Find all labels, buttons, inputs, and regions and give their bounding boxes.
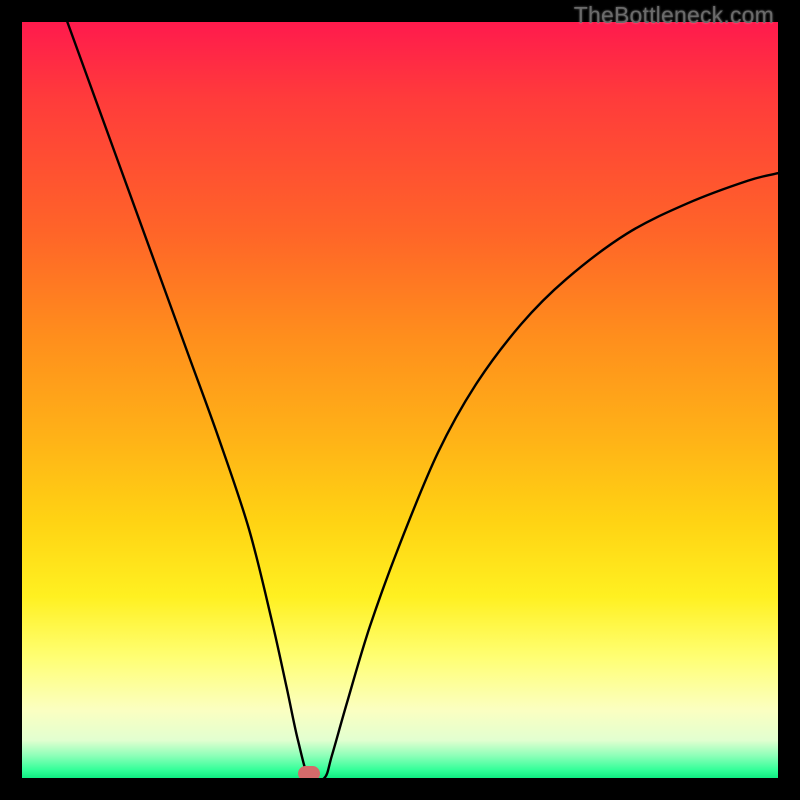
chart-stage: TheBottleneck.com — [0, 0, 800, 800]
watermark-text: TheBottleneck.com — [574, 2, 774, 29]
chart-frame — [0, 0, 800, 800]
